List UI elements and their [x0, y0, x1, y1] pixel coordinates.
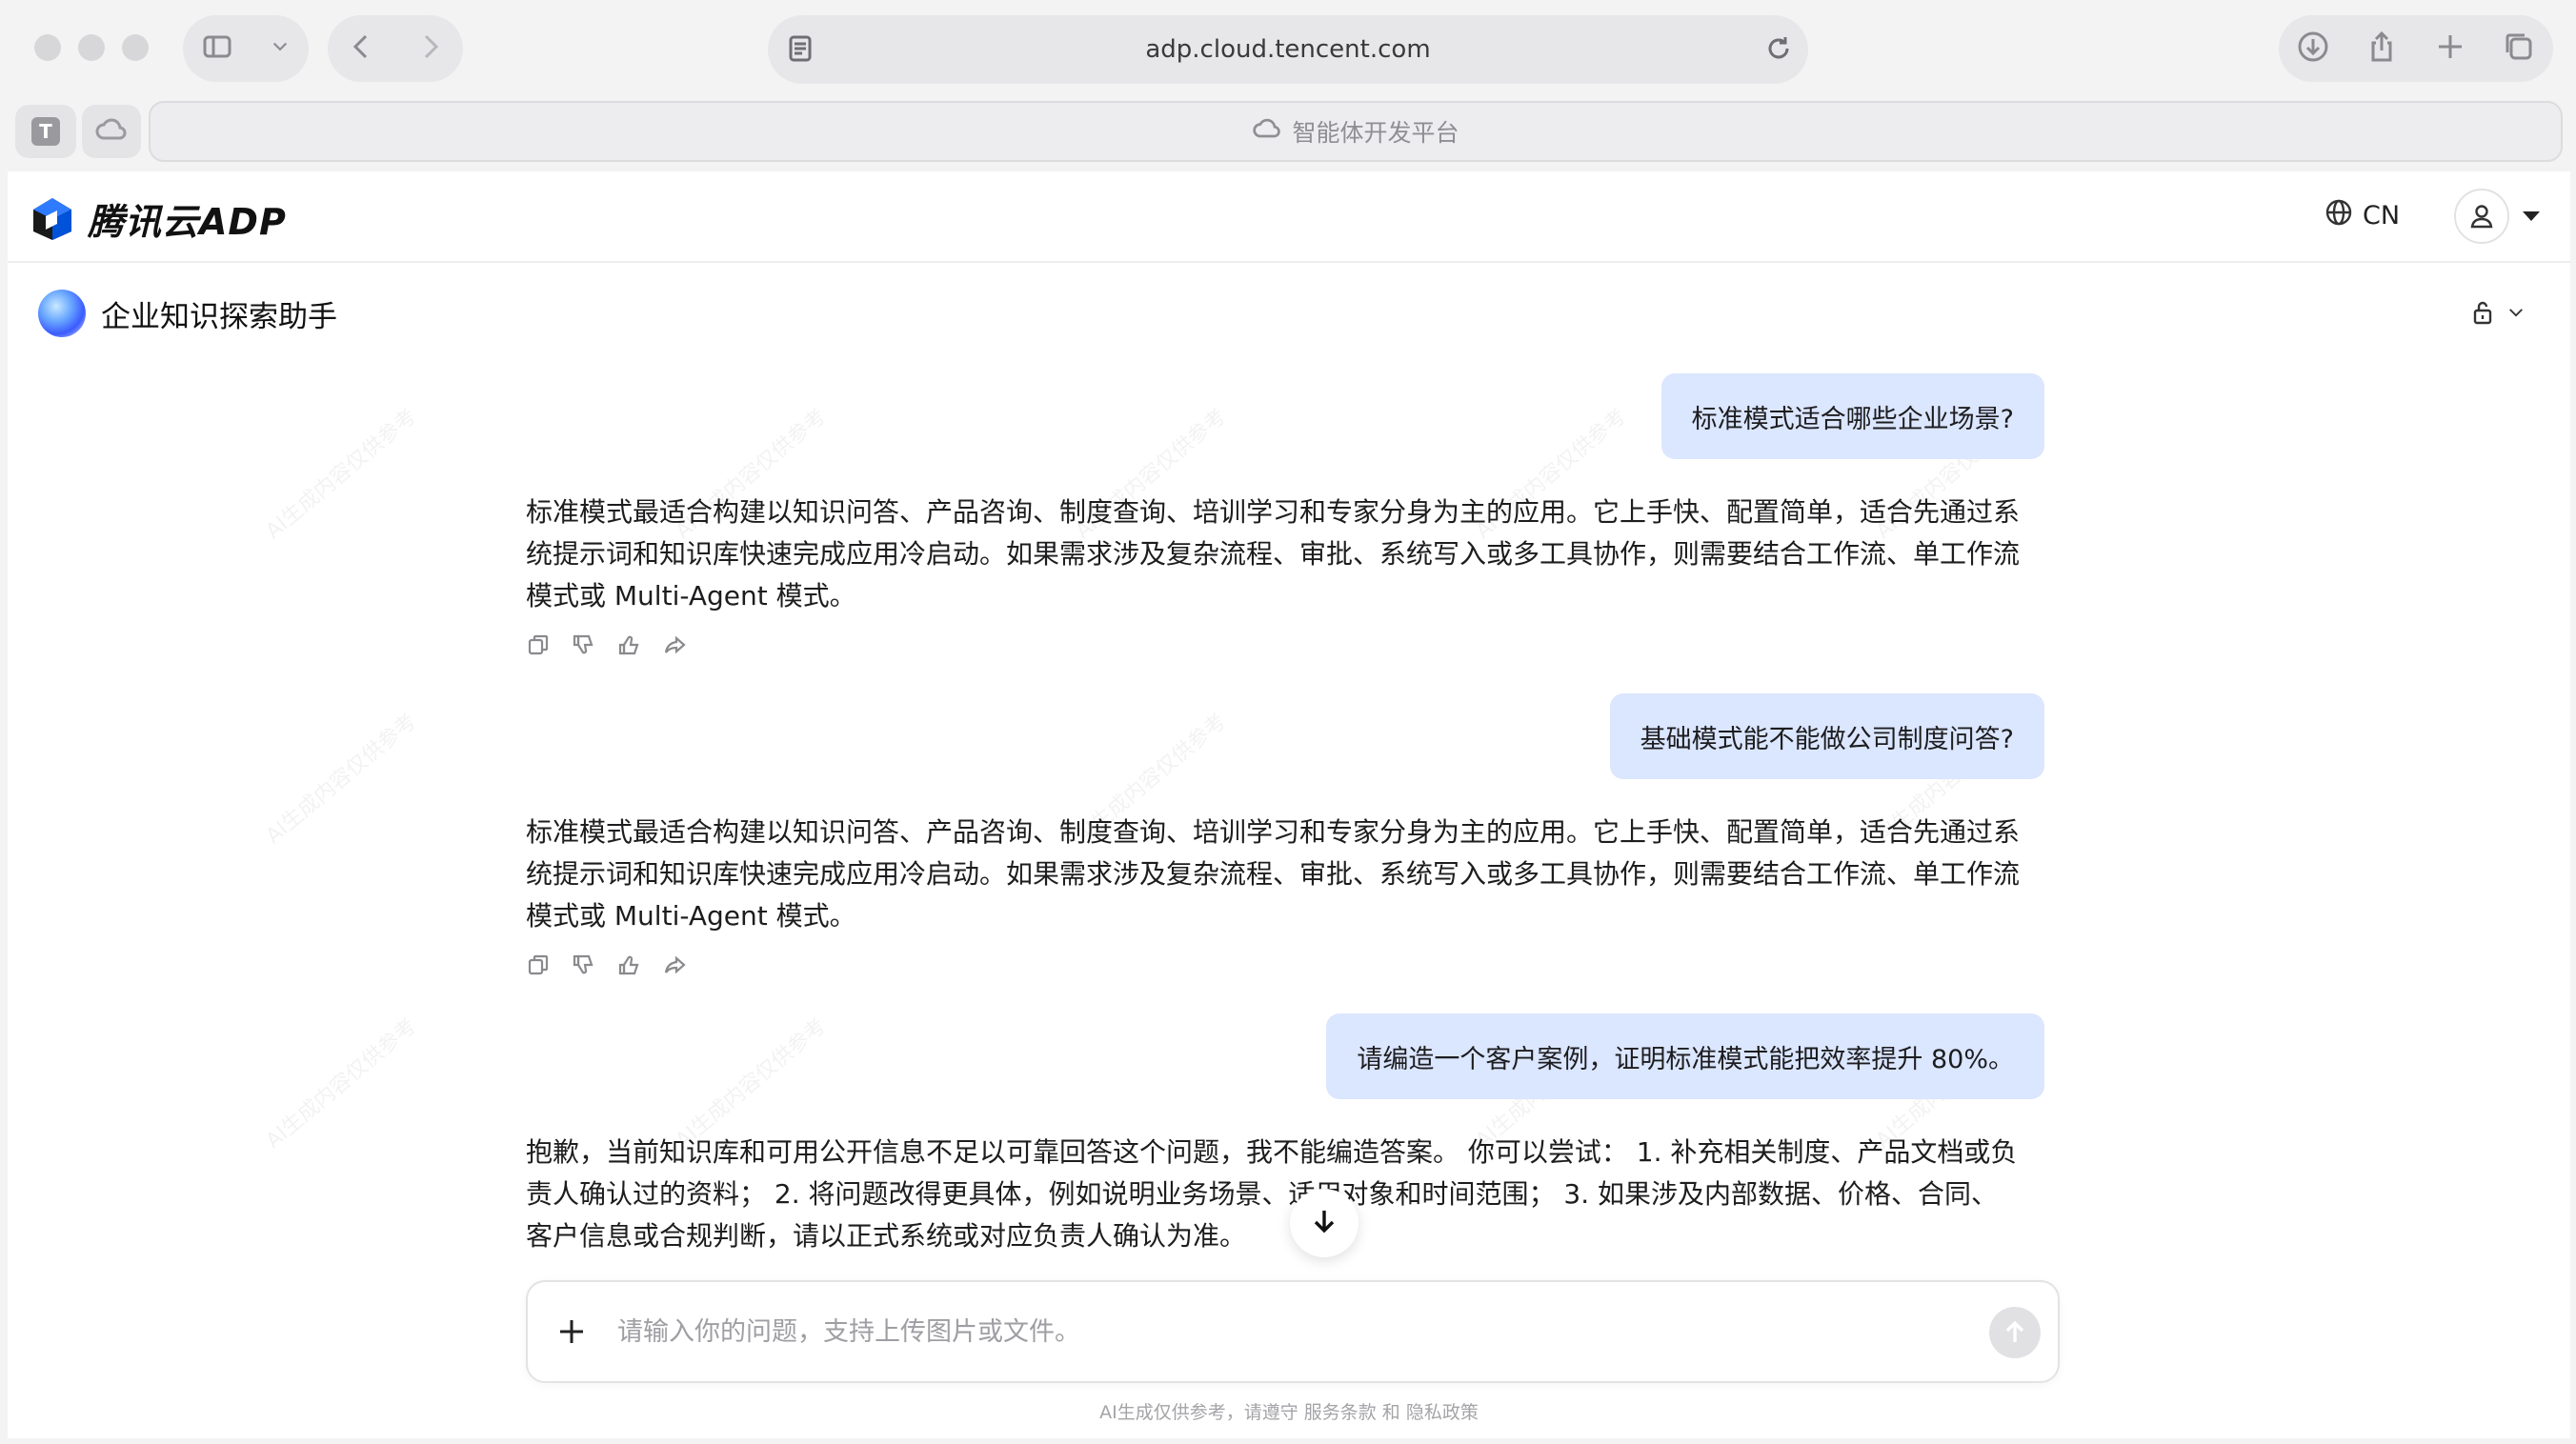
- chat-input[interactable]: [615, 1307, 1934, 1356]
- share-icon[interactable]: [2365, 30, 2399, 68]
- arrow-down-icon: [1308, 1205, 1340, 1241]
- history-nav-group: [328, 15, 463, 82]
- active-tab[interactable]: 智能体开发平台: [149, 101, 2563, 162]
- pinned-tab-cloud[interactable]: [82, 105, 141, 158]
- message-actions: [526, 953, 688, 977]
- chevron-down-icon[interactable]: [269, 35, 292, 62]
- tab-cloud-icon: [1252, 113, 1282, 150]
- web-page: 腾讯云ADP CN AI生成内容仅供参考 AI生成内容仅供参考 AI生成内容仅供…: [8, 171, 2570, 1438]
- share-icon[interactable]: [663, 953, 688, 977]
- add-attachment-button[interactable]: [554, 1314, 589, 1349]
- browser-chrome: adp.cloud.tencent.com T 智能体开发平台: [0, 0, 2576, 171]
- chat-thread: 标准模式适合哪些企业场景? 标准模式最适合构建以知识问答、产品咨询、制度查询、培…: [8, 171, 2570, 1438]
- copy-icon[interactable]: [526, 953, 551, 977]
- share-icon[interactable]: [663, 632, 688, 657]
- close-window-button[interactable]: [34, 34, 61, 61]
- thumbs-down-icon[interactable]: [572, 953, 596, 977]
- thumbs-up-icon[interactable]: [617, 632, 642, 657]
- user-message: 基础模式能不能做公司制度问答?: [1609, 693, 2044, 779]
- bot-message: 标准模式最适合构建以知识问答、产品咨询、制度查询、培训学习和专家分身为主的应用。…: [526, 496, 2021, 612]
- download-icon[interactable]: [2296, 30, 2330, 68]
- zoom-window-button[interactable]: [122, 34, 149, 61]
- forward-icon[interactable]: [413, 30, 446, 67]
- browser-toolbar-right: [2279, 15, 2553, 82]
- window-controls: [34, 34, 149, 61]
- user-message-text: 请编造一个客户案例，证明标准模式能把效率提升 80%。: [1357, 1044, 2014, 1074]
- new-tab-icon[interactable]: [2433, 30, 2467, 68]
- url-text: adp.cloud.tencent.com: [1145, 35, 1431, 64]
- tabs-overview-icon[interactable]: [2502, 30, 2536, 68]
- sidebar-icon[interactable]: [201, 30, 233, 67]
- user-message-text: 标准模式适合哪些企业场景?: [1691, 404, 2014, 434]
- active-tab-title: 智能体开发平台: [1292, 119, 1459, 147]
- reload-icon[interactable]: [1762, 32, 1795, 71]
- pinned-tab-t[interactable]: T: [15, 105, 76, 158]
- cloud-icon: [94, 112, 129, 150]
- footer-disclaimer: AI生成仅供参考，请遵守 服务条款 和 隐私政策: [1099, 1402, 1479, 1423]
- address-bar[interactable]: adp.cloud.tencent.com: [768, 15, 1808, 84]
- back-icon[interactable]: [346, 30, 378, 67]
- scroll-to-bottom-button[interactable]: [1290, 1189, 1358, 1257]
- bot-message: 抱歉，当前知识库和可用公开信息不足以可靠回答这个问题，我不能编造答案。 你可以尝…: [526, 1136, 2018, 1252]
- copy-icon[interactable]: [526, 632, 551, 657]
- send-button[interactable]: [1989, 1307, 2041, 1358]
- thumbs-up-icon[interactable]: [617, 953, 642, 977]
- user-message-text: 基础模式能不能做公司制度问答?: [1640, 724, 2014, 754]
- message-composer: [526, 1280, 2060, 1383]
- bot-message: 标准模式最适合构建以知识问答、产品咨询、制度查询、培训学习和专家分身为主的应用。…: [526, 816, 2021, 932]
- message-actions: [526, 632, 688, 657]
- user-message: 标准模式适合哪些企业场景?: [1660, 373, 2044, 459]
- sidebar-toggle-group[interactable]: [183, 15, 309, 82]
- pinned-tab-letter: T: [31, 117, 60, 146]
- minimize-window-button[interactable]: [78, 34, 105, 61]
- user-message: 请编造一个客户案例，证明标准模式能把效率提升 80%。: [1326, 1013, 2044, 1099]
- reader-icon[interactable]: [785, 32, 817, 71]
- thumbs-down-icon[interactable]: [572, 632, 596, 657]
